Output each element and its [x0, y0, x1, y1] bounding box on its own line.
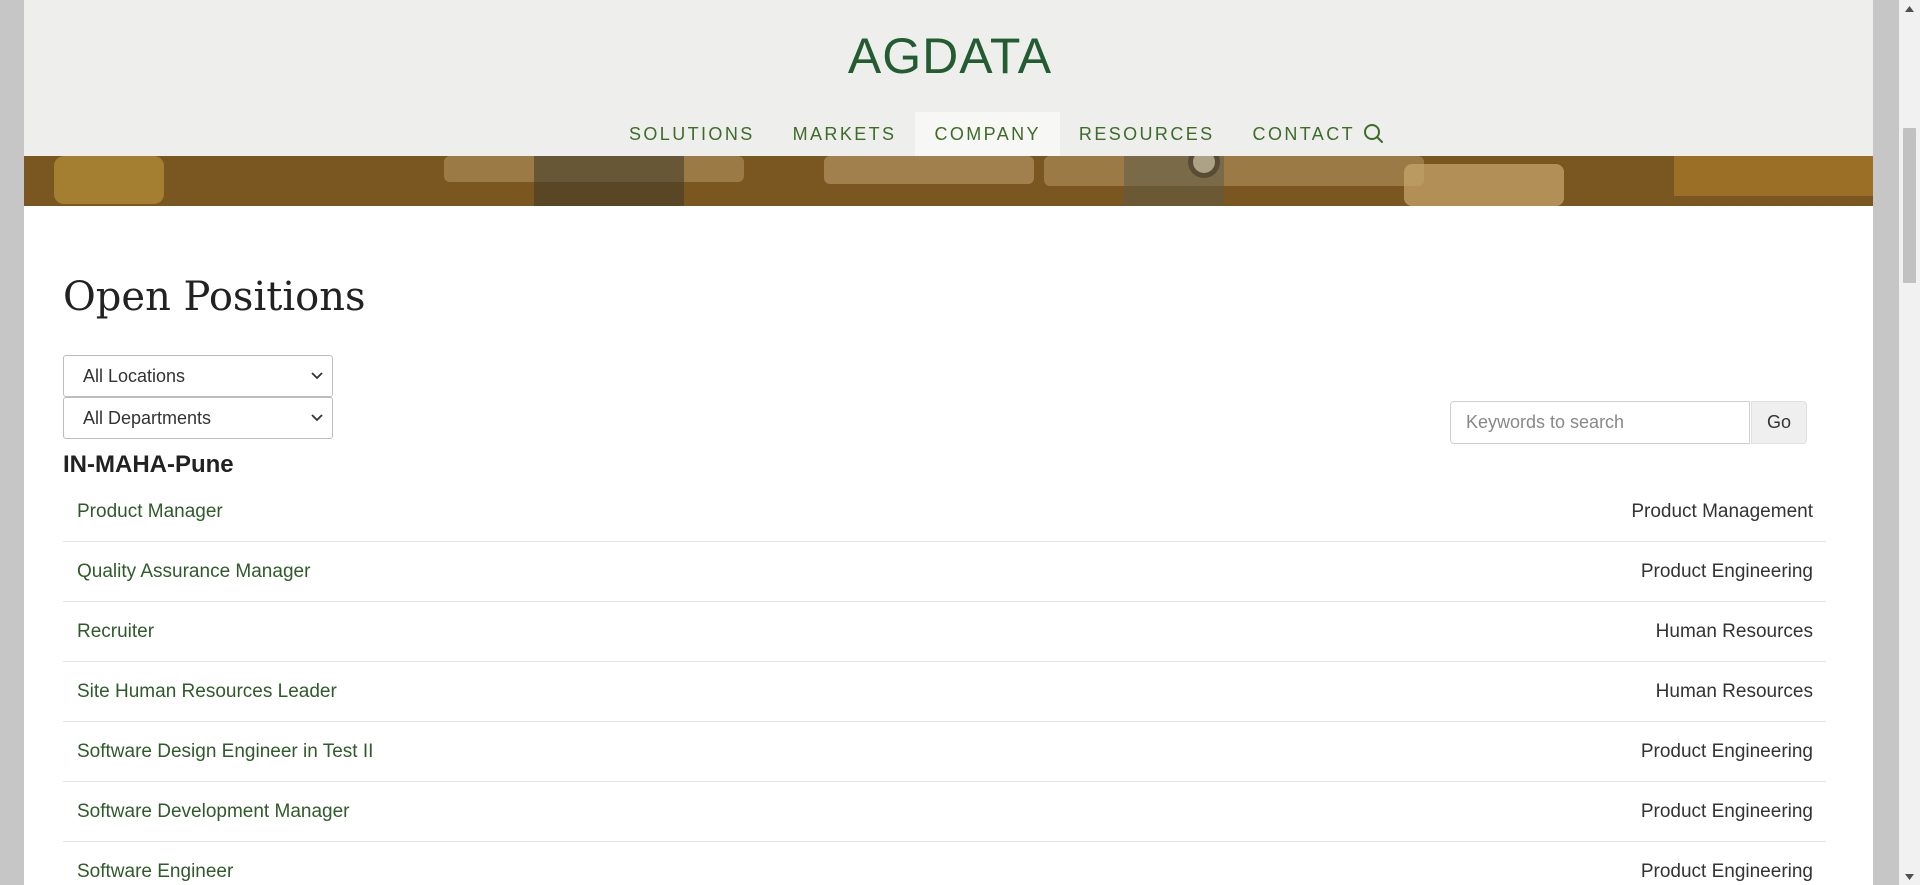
job-title-link[interactable]: Quality Assurance Manager: [77, 561, 310, 583]
scroll-up-icon[interactable]: [1899, 0, 1920, 17]
vertical-scrollbar[interactable]: [1899, 0, 1920, 885]
logo-text: AGDATA: [847, 28, 1053, 84]
job-title-link[interactable]: Software Development Manager: [77, 801, 349, 823]
job-row: Recruiter Human Resources: [63, 602, 1826, 662]
job-title-link[interactable]: Software Design Engineer in Test II: [77, 741, 373, 763]
page: AGDATA SOLUTIONS MARKETS COMPANY RESOURC…: [24, 0, 1873, 885]
main-nav: SOLUTIONS MARKETS COMPANY RESOURCES CONT…: [610, 112, 1374, 156]
nav-markets[interactable]: MARKETS: [774, 112, 916, 156]
go-button[interactable]: Go: [1751, 401, 1807, 444]
keyword-search-input[interactable]: [1450, 401, 1750, 444]
job-row: Software Engineer Product Engineering: [63, 842, 1826, 885]
job-department: Product Management: [1631, 500, 1813, 522]
job-row: Software Design Engineer in Test II Prod…: [63, 722, 1826, 782]
chevron-down-icon: [302, 355, 332, 397]
scrollbar-thumb[interactable]: [1903, 128, 1916, 283]
chevron-down-icon: [302, 397, 332, 439]
job-department: Product Engineering: [1640, 860, 1813, 882]
page-title: Open Positions: [63, 274, 366, 320]
nav-company[interactable]: COMPANY: [915, 112, 1060, 156]
job-row: Quality Assurance Manager Product Engine…: [63, 542, 1826, 602]
nav-contact[interactable]: CONTACT: [1234, 112, 1374, 156]
site-header: AGDATA SOLUTIONS MARKETS COMPANY RESOURC…: [24, 0, 1873, 156]
nav-solutions[interactable]: SOLUTIONS: [610, 112, 774, 156]
job-row: Site Human Resources Leader Human Resour…: [63, 662, 1826, 722]
nav-resources[interactable]: RESOURCES: [1060, 112, 1234, 156]
location-group-title: IN-MAHA-Pune: [63, 451, 234, 478]
search-icon[interactable]: [1359, 120, 1387, 148]
job-title-link[interactable]: Recruiter: [77, 621, 154, 643]
job-department: Product Engineering: [1640, 800, 1813, 822]
agdata-logo[interactable]: AGDATA: [832, 26, 1068, 86]
job-row: Product Manager Product Management: [63, 482, 1826, 542]
location-select-value: All Locations: [83, 365, 186, 386]
job-department: Product Engineering: [1640, 740, 1813, 762]
job-title-link[interactable]: Product Manager: [77, 501, 223, 523]
job-department: Human Resources: [1655, 620, 1813, 642]
job-department: Human Resources: [1655, 680, 1813, 702]
job-title-link[interactable]: Software Engineer: [77, 861, 233, 883]
job-title-link[interactable]: Site Human Resources Leader: [77, 681, 337, 703]
job-row: Software Development Manager Product Eng…: [63, 782, 1826, 842]
job-department: Product Engineering: [1640, 560, 1813, 582]
location-select[interactable]: All Locations: [63, 355, 333, 397]
department-select-value: All Departments: [83, 407, 212, 428]
hero-banner: [24, 156, 1873, 206]
scroll-down-icon[interactable]: [1899, 868, 1920, 885]
job-list: Product Manager Product Management Quali…: [63, 482, 1826, 885]
department-select[interactable]: All Departments: [63, 397, 333, 439]
